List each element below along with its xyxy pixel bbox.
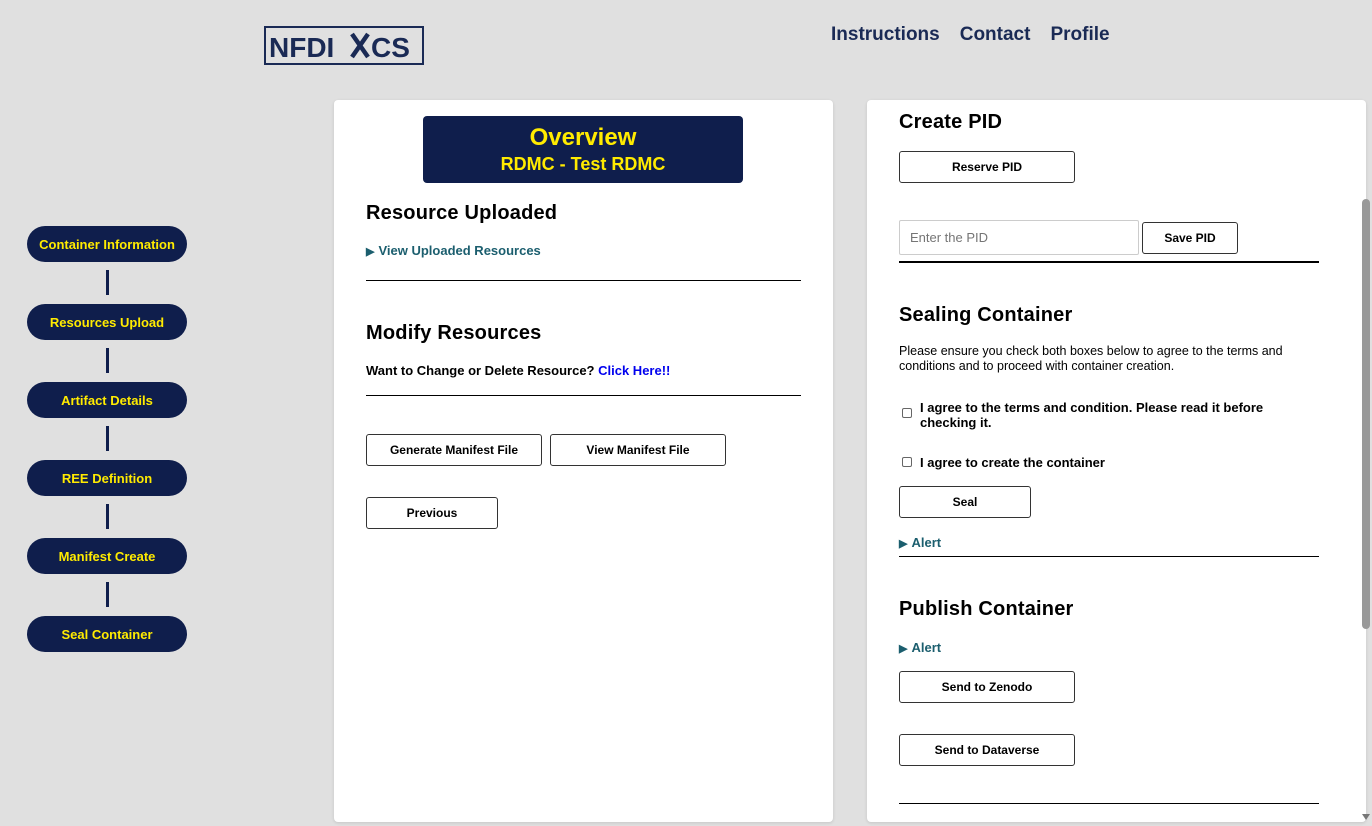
modify-resources-link[interactable]: Click Here!! [598,363,670,378]
overview-title: Overview [529,124,637,151]
step-resources-upload[interactable]: Resources Upload [27,304,187,340]
sealing-instructions: Please ensure you check both boxes below… [899,344,1283,373]
seal-panel: Create PID Reserve PID Save PID Sealing … [867,100,1366,822]
step-connector [105,270,109,295]
nav-profile-link[interactable]: Profile [1050,24,1109,46]
publish-alert-toggle[interactable]: ▶ Alert [899,640,941,655]
seal-alert-label: Alert [911,535,942,550]
triangle-right-icon: ▶ [366,246,375,258]
view-uploaded-resources-label: View Uploaded Resources [378,243,541,258]
divider [899,261,1319,263]
agree-terms-checkbox[interactable] [902,408,912,418]
resource-uploaded-heading: Resource Uploaded [366,202,558,224]
modify-resources-heading: Modify Resources [366,322,542,344]
nav-contact-link[interactable]: Contact [960,24,1031,46]
logo-left-text: NFDI [269,32,334,63]
divider [366,280,801,281]
reserve-pid-button[interactable]: Reserve PID [899,151,1075,183]
divider [366,395,801,396]
step-artifact-details[interactable]: Artifact Details [27,382,187,418]
logo-x-mark [350,32,370,59]
generate-manifest-button[interactable]: Generate Manifest File [366,434,542,466]
progress-stepper: Container Information Resources Upload A… [27,226,187,652]
previous-button[interactable]: Previous [366,497,498,529]
overview-banner: Overview RDMC - Test RDMC [423,116,743,183]
step-seal-container[interactable]: Seal Container [27,616,187,652]
publish-alert-label: Alert [911,640,942,655]
top-navigation: Instructions Contact Profile [831,24,1110,46]
sealing-container-heading: Sealing Container [899,304,1073,326]
step-connector [105,426,109,451]
step-connector [105,504,109,529]
modify-resources-prompt: Want to Change or Delete Resource? [366,363,595,378]
nav-instructions-link[interactable]: Instructions [831,24,940,46]
seal-button[interactable]: Seal [899,486,1031,518]
page-scrollbar[interactable] [1360,100,1372,826]
step-connector [105,582,109,607]
step-container-information[interactable]: Container Information [27,226,187,262]
create-pid-heading: Create PID [899,111,1003,133]
step-manifest-create[interactable]: Manifest Create [27,538,187,574]
scrollbar-thumb[interactable] [1362,199,1370,629]
pid-input[interactable] [899,220,1139,255]
agree-terms-label: I agree to the terms and condition. Plea… [920,400,1264,430]
agree-create-label: I agree to create the container [920,455,1105,470]
save-pid-button[interactable]: Save PID [1142,222,1238,254]
triangle-right-icon: ▶ [899,643,908,655]
publish-container-heading: Publish Container [899,598,1074,620]
overview-subtitle: RDMC - Test RDMC [500,154,666,174]
overview-panel: Overview RDMC - Test RDMC Resource Uploa… [334,100,833,822]
divider [899,803,1319,804]
seal-alert-toggle[interactable]: ▶ Alert [899,535,941,550]
view-uploaded-resources-toggle[interactable]: ▶ View Uploaded Resources [366,243,541,258]
send-to-dataverse-button[interactable]: Send to Dataverse [899,734,1075,766]
triangle-right-icon: ▶ [899,538,908,550]
step-connector [105,348,109,373]
modify-resources-text: Want to Change or Delete Resource? Click… [366,363,670,378]
logo-right-text: CS [371,32,410,63]
view-manifest-button[interactable]: View Manifest File [550,434,726,466]
divider [899,556,1319,557]
nfdi-cs-logo[interactable]: NFDI CS [264,26,424,65]
send-to-zenodo-button[interactable]: Send to Zenodo [899,671,1075,703]
agree-create-checkbox[interactable] [902,457,912,467]
step-ree-definition[interactable]: REE Definition [27,460,187,496]
scroll-down-arrow-icon[interactable] [1362,814,1370,820]
